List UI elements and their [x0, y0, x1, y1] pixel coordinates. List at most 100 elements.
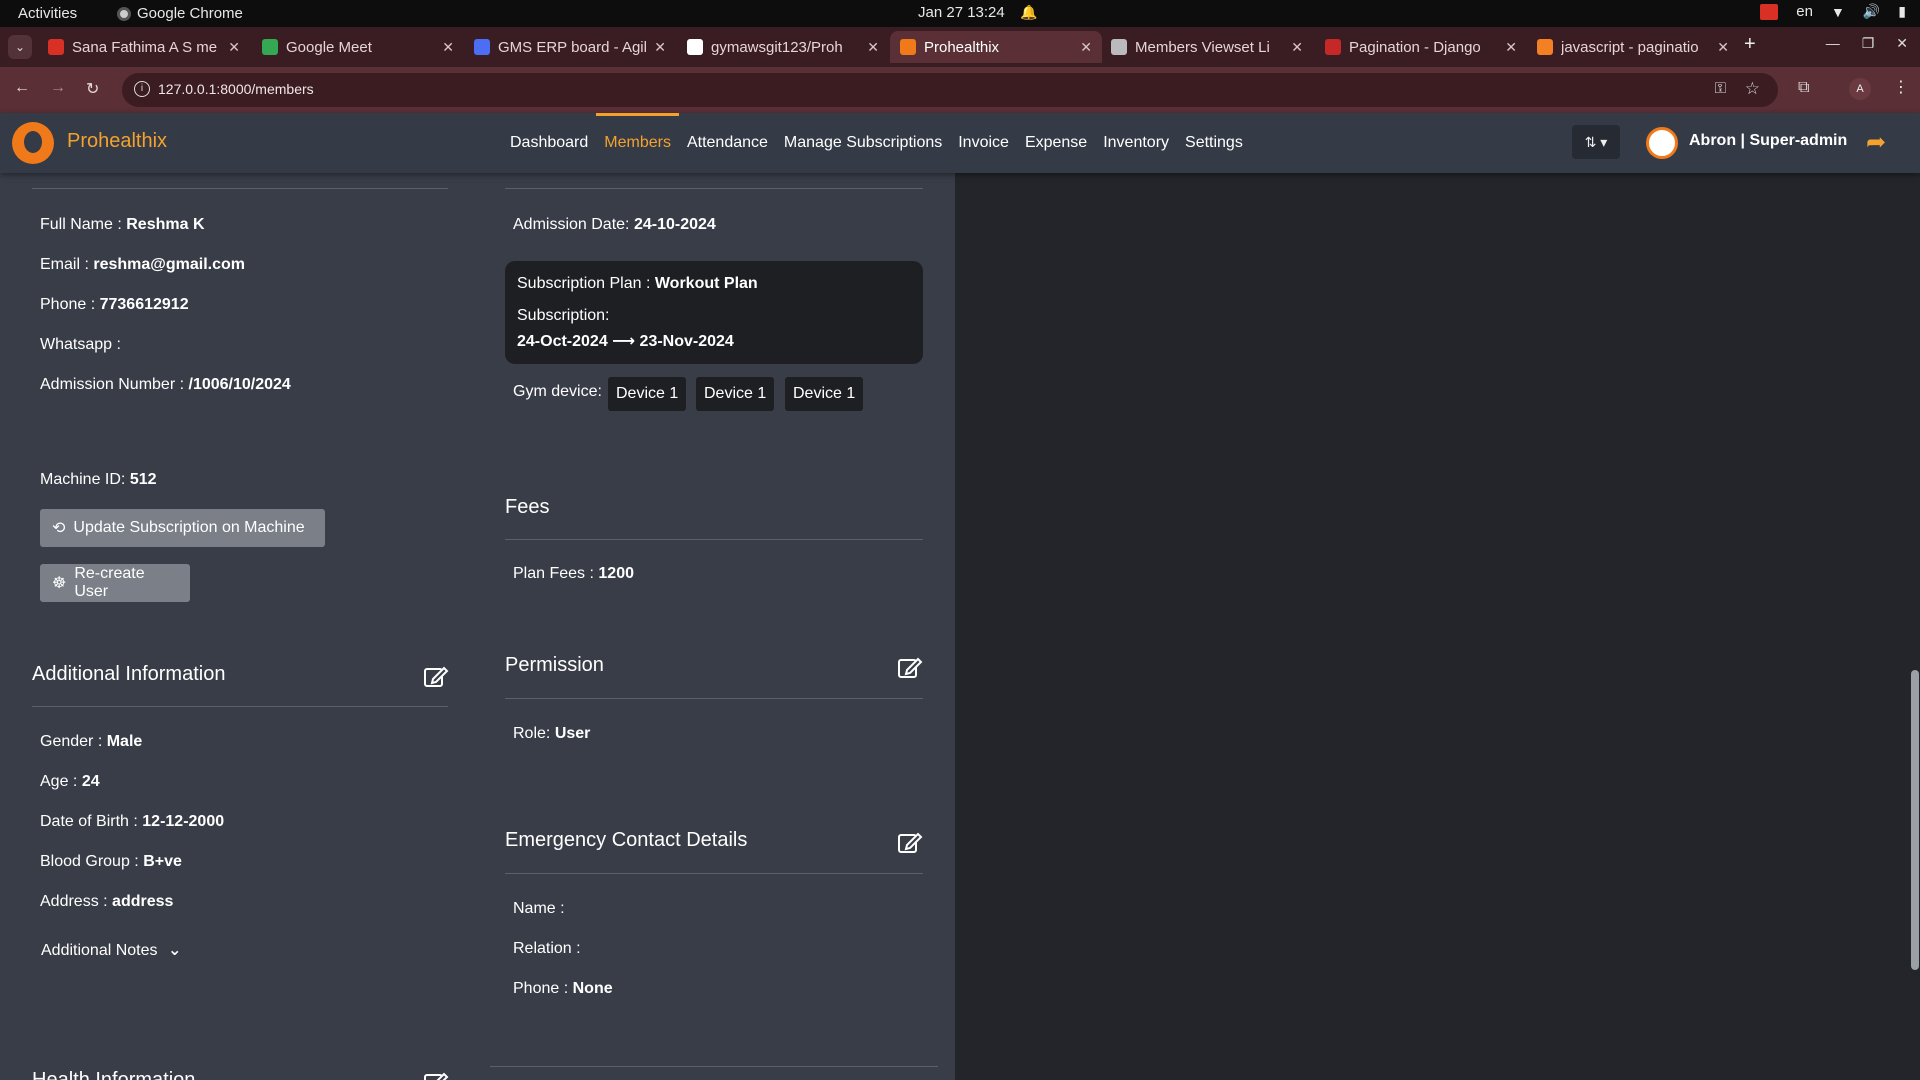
- extensions-icon[interactable]: ⧉: [1798, 79, 1809, 97]
- sync-icon: ⟲: [52, 520, 66, 537]
- activities-button[interactable]: Activities: [18, 5, 77, 22]
- tab-close-icon[interactable]: ✕: [654, 39, 666, 56]
- profile-avatar[interactable]: A: [1849, 78, 1871, 100]
- plan-fees-value: 1200: [598, 565, 634, 582]
- user-avatar[interactable]: [1646, 127, 1678, 159]
- sort-dropdown-button[interactable]: ⇅ ▾: [1572, 125, 1620, 159]
- subscription-label: Subscription:: [517, 307, 610, 324]
- blood-group-row: Blood Group : B+ve: [40, 853, 182, 870]
- phone-row: Phone : 7736612912: [40, 296, 189, 313]
- email-row: Email : reshma@gmail.com: [40, 256, 246, 273]
- nav-manage-subscriptions[interactable]: Manage Subscriptions: [776, 113, 950, 173]
- clock[interactable]: Jan 27 13:24: [918, 4, 1005, 21]
- divider: [505, 188, 923, 189]
- edit-health-info-icon[interactable]: [423, 1070, 449, 1080]
- device-badge[interactable]: Device 1: [696, 377, 775, 411]
- back-icon[interactable]: ←: [14, 79, 30, 97]
- browser-tab[interactable]: Sana Fathima A S me ✕: [38, 31, 250, 63]
- browser-tab[interactable]: Prohealthix ✕: [890, 31, 1102, 63]
- device-badge[interactable]: Device 1: [785, 377, 864, 411]
- wifi-icon[interactable]: ▼: [1831, 4, 1845, 20]
- whatsapp-row: Whatsapp :: [40, 336, 121, 353]
- brand-name[interactable]: Prohealthix: [67, 130, 167, 153]
- emergency-phone-value: None: [572, 980, 613, 997]
- device-badge[interactable]: Device 1: [608, 377, 687, 411]
- divider: [32, 188, 448, 189]
- tab-close-icon[interactable]: ✕: [1080, 39, 1092, 56]
- admission-number-row: Admission Number : /1006/10/2024: [40, 376, 291, 393]
- tab-title: gymawsgit123/Proh: [711, 38, 843, 56]
- browser-tab[interactable]: GMS ERP board - Agil ✕: [464, 31, 676, 63]
- address-bar[interactable]: i 127.0.0.1:8000/members ⚿ ☆: [122, 73, 1778, 107]
- tab-favicon-icon: [1325, 39, 1341, 55]
- nav-attendance[interactable]: Attendance: [679, 113, 776, 173]
- tab-search-icon[interactable]: ⌄: [8, 35, 32, 59]
- machine-id-value: 512: [129, 471, 157, 488]
- tab-favicon-icon: [262, 39, 278, 55]
- logout-icon[interactable]: ➦: [1866, 128, 1886, 157]
- url-text[interactable]: 127.0.0.1:8000/members: [158, 81, 314, 97]
- divider: [505, 539, 923, 540]
- indicator-icon[interactable]: [1760, 3, 1779, 20]
- volume-icon[interactable]: 🔊: [1863, 3, 1880, 20]
- restore-icon[interactable]: ❐: [1862, 35, 1875, 52]
- role-value: User: [554, 725, 591, 742]
- reload-icon[interactable]: ↻: [86, 79, 99, 99]
- page-scrollbar[interactable]: [1907, 173, 1920, 1080]
- site-info-icon[interactable]: i: [134, 81, 150, 97]
- tab-close-icon[interactable]: ✕: [867, 39, 879, 56]
- browser-tab[interactable]: Members Viewset Li ✕: [1101, 31, 1313, 63]
- tab-title: Pagination - Django: [1349, 38, 1481, 56]
- user-name[interactable]: Abron | Super-admin: [1689, 132, 1847, 150]
- browser-tab[interactable]: gymawsgit123/Proh ✕: [677, 31, 889, 63]
- edit-permission-icon[interactable]: [897, 655, 923, 681]
- minimize-icon[interactable]: —: [1826, 35, 1840, 52]
- tab-favicon-icon: [1111, 39, 1127, 55]
- additional-notes-toggle[interactable]: Additional Notes ⌄: [41, 940, 181, 960]
- nav-dashboard[interactable]: Dashboard: [502, 113, 596, 173]
- notification-bell-icon[interactable]: 🔔: [1020, 4, 1037, 21]
- plan-fees-row: Plan Fees : 1200: [513, 565, 634, 582]
- active-app[interactable]: Google Chrome: [117, 5, 243, 22]
- scrollbar-thumb[interactable]: [1911, 670, 1919, 970]
- prohealthix-logo[interactable]: [12, 122, 54, 164]
- nav-invoice[interactable]: Invoice: [950, 113, 1017, 173]
- browser-tab[interactable]: Google Meet ✕: [252, 31, 464, 63]
- browser-tab[interactable]: Pagination - Django ✕: [1315, 31, 1527, 63]
- nav-expense[interactable]: Expense: [1017, 113, 1095, 173]
- password-key-icon[interactable]: ⚿: [1715, 80, 1726, 97]
- emergency-relation-row: Relation :: [513, 940, 581, 957]
- tab-close-icon[interactable]: ✕: [228, 39, 240, 56]
- gender-value: Male: [106, 733, 143, 750]
- language-indicator[interactable]: en: [1796, 3, 1813, 20]
- browser-tab[interactable]: javascript - paginatio ✕: [1527, 31, 1739, 63]
- nav-inventory[interactable]: Inventory: [1095, 113, 1177, 173]
- tab-close-icon[interactable]: ✕: [1505, 39, 1517, 56]
- bookmark-star-icon[interactable]: ☆: [1745, 79, 1760, 99]
- recreate-user-button[interactable]: ☸ Re-create User: [40, 564, 190, 602]
- health-info-heading: Health Information: [32, 1069, 196, 1080]
- update-subscription-button[interactable]: ⟲ Update Subscription on Machine: [40, 509, 325, 547]
- tab-close-icon[interactable]: ✕: [1291, 39, 1303, 56]
- tab-close-icon[interactable]: ✕: [1717, 39, 1729, 56]
- tab-favicon-icon: [48, 39, 64, 55]
- tab-title: Members Viewset Li: [1135, 38, 1270, 56]
- chevron-down-icon: ⌄: [167, 942, 182, 959]
- dob-row: Date of Birth : 12-12-2000: [40, 813, 225, 830]
- edit-emergency-contact-icon[interactable]: [897, 830, 923, 856]
- browser-toolbar: ← → ↻ i 127.0.0.1:8000/members ⚿ ☆ ⧉ A ⋮: [0, 67, 1920, 113]
- tab-title: GMS ERP board - Agil: [498, 38, 647, 56]
- age-row: Age : 24: [40, 773, 100, 790]
- forward-icon[interactable]: →: [50, 79, 66, 97]
- tab-close-icon[interactable]: ✕: [442, 39, 454, 56]
- emergency-name-row: Name :: [513, 900, 565, 917]
- close-window-icon[interactable]: ✕: [1896, 35, 1908, 52]
- nav-settings[interactable]: Settings: [1177, 113, 1251, 173]
- system-tray[interactable]: en ▼ 🔊 ▮: [1760, 3, 1906, 20]
- browser-menu-icon[interactable]: ⋮: [1893, 77, 1909, 97]
- edit-additional-info-icon[interactable]: [423, 664, 449, 690]
- new-tab-button[interactable]: +: [1744, 33, 1756, 56]
- empty-right-pane: [955, 173, 1907, 1080]
- nav-members[interactable]: Members: [596, 113, 679, 173]
- battery-icon[interactable]: ▮: [1898, 3, 1906, 20]
